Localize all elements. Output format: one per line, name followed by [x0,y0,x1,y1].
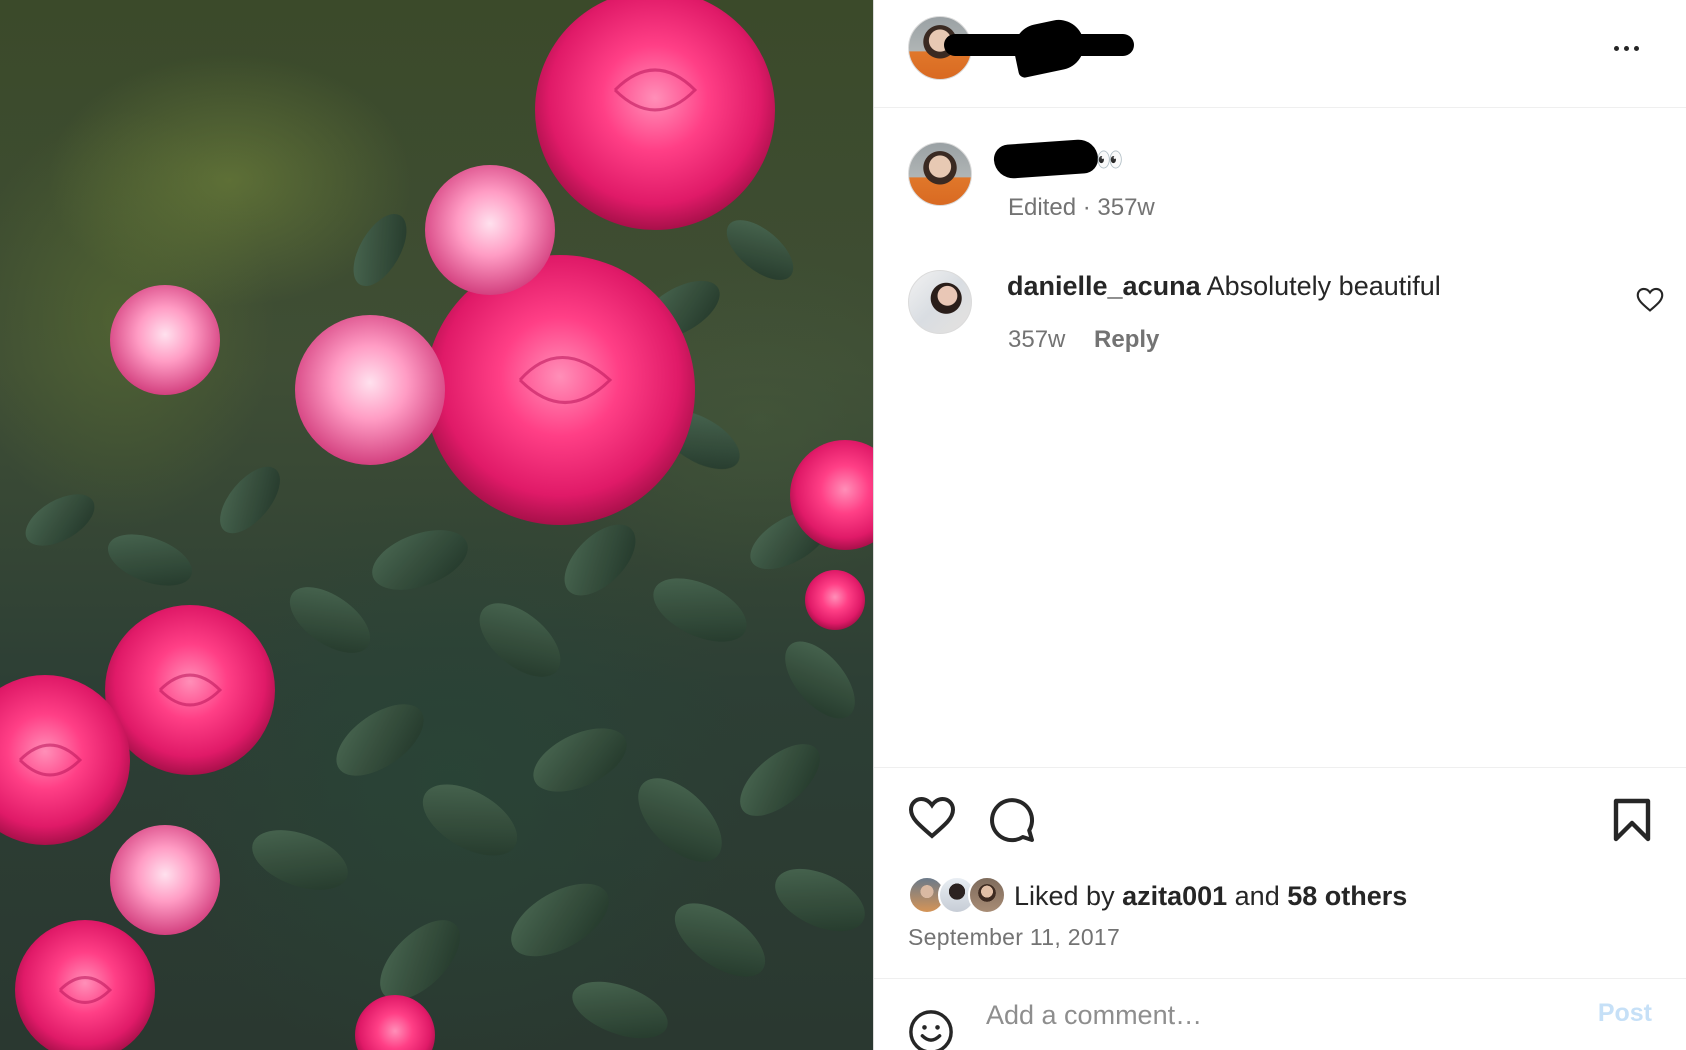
comment-body: Absolutely beautiful [1206,271,1441,301]
likes-prefix: Liked by [1014,880,1123,911]
redacted-username-mark [1009,15,1089,79]
caption-avatar[interactable] [908,142,972,206]
like-heart-icon[interactable] [908,796,956,840]
add-comment-input[interactable] [986,995,1526,1035]
comment-meta: 357w Reply [1008,326,1159,354]
more-options-icon[interactable] [1606,36,1646,60]
emoji-smiley-icon[interactable] [908,1009,954,1050]
caption-emoji: 👀 [1096,147,1124,172]
comment-bubble-icon[interactable] [988,796,1036,844]
comment-like-heart-icon[interactable] [1636,287,1664,313]
likes-row: Liked by azita001 and 58 others [908,876,1407,916]
rose-bush-image [0,0,873,1050]
liker-username[interactable]: azita001 [1122,881,1227,911]
commenter-avatar[interactable] [908,270,972,334]
likes-middle: and [1227,880,1288,911]
comment-bar: Post [874,978,1686,1050]
likes-others-link[interactable]: 58 others [1287,881,1407,911]
caption-meta: Edited · 357w [1008,194,1155,221]
post-comment-button[interactable]: Post [1598,999,1652,1028]
likes-summary: Liked by azita001 and 58 others [1014,881,1407,912]
comment-username[interactable]: danielle_acuna [1007,271,1201,301]
reply-button[interactable]: Reply [1094,326,1159,353]
post-header [874,0,1686,108]
comment-age: 357w [1008,326,1066,353]
post-side-panel: 👀 Edited · 357w danielle_acuna Absolutel… [874,0,1686,1050]
redacted-caption-username [992,138,1100,180]
liker-avatars [908,876,1012,916]
post-photo[interactable] [0,0,873,1050]
liker-avatar[interactable] [968,876,1006,914]
actions-divider [874,767,1686,768]
post-date[interactable]: September 11, 2017 [908,924,1120,951]
comment: danielle_acuna Absolutely beautiful [1007,271,1441,302]
bookmark-icon[interactable] [1612,798,1652,842]
